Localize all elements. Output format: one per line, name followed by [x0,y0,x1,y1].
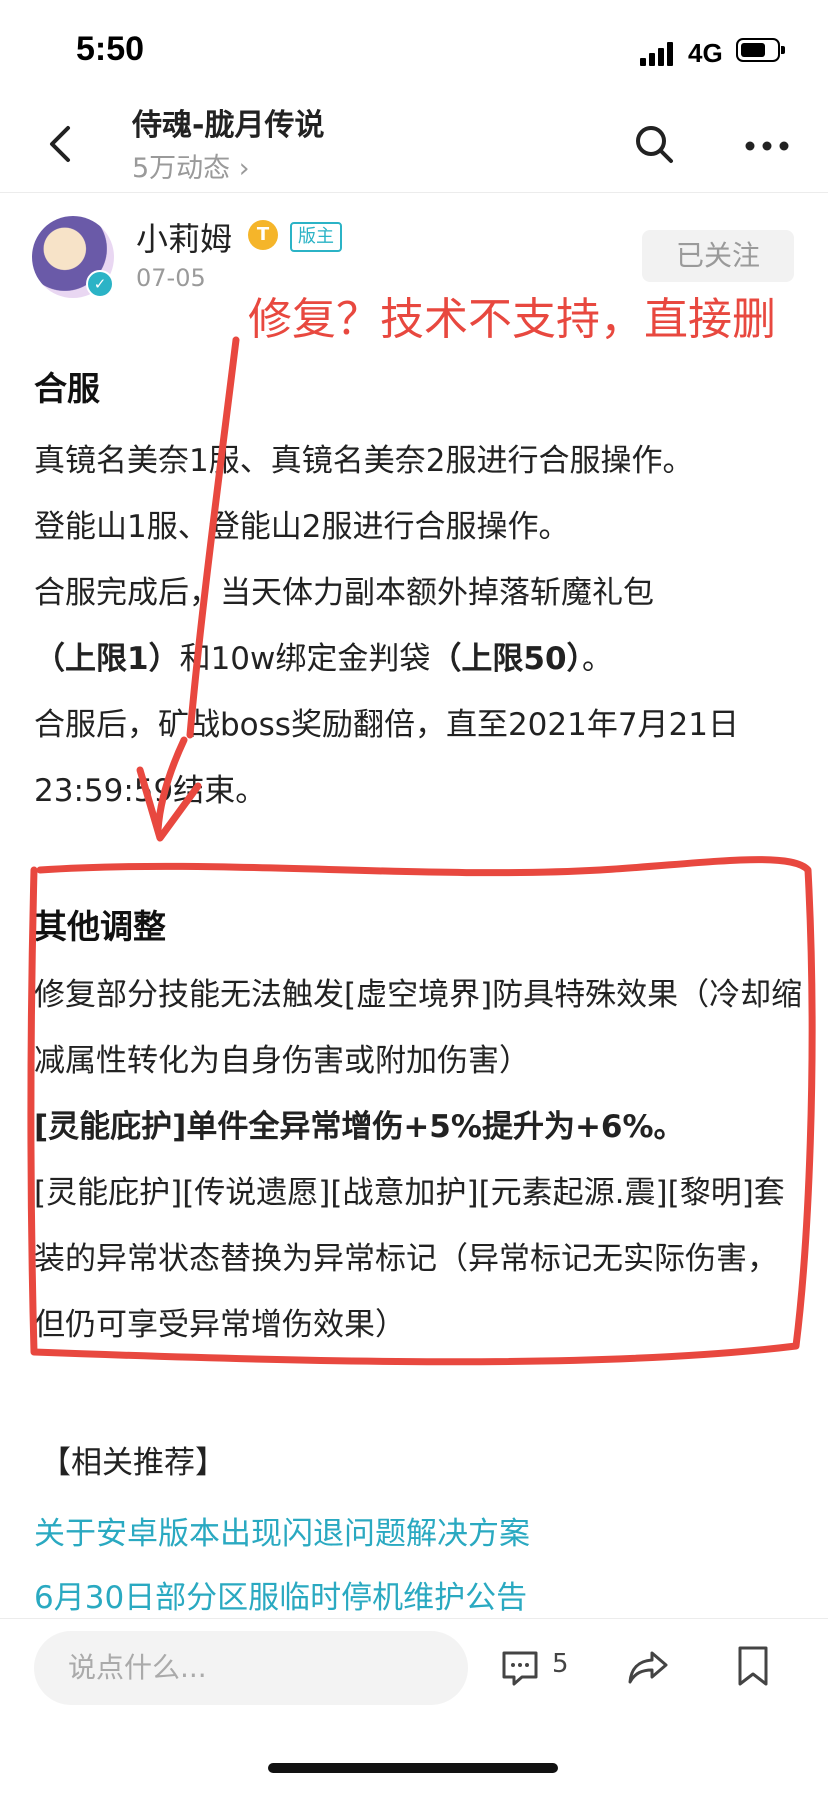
limit-text: （上限1） [34,641,180,677]
status-time: 5:50 [76,30,145,68]
comment-count[interactable]: 5 [552,1649,569,1679]
post-paragraph: [灵能庇护][传说遗愿][战意加护][元素起源.震][黎明]套装的异常状态替换为… [34,1175,785,1343]
limit-text: （上限50） [430,641,583,677]
share-icon[interactable] [626,1647,670,1687]
more-icon[interactable] [742,126,792,166]
author-name[interactable]: 小莉姆 [136,214,232,260]
level-badge: T [248,220,278,250]
home-indicator [268,1763,558,1773]
forum-title[interactable]: 侍魂-胧月传说 [132,100,324,144]
post-paragraph: 真镜名美奈1服、真镜名美奈2服进行合服操作。 [34,443,694,479]
follow-button[interactable]: 已关注 [642,230,794,282]
reward-text: 和10w绑定金判袋 [179,641,431,677]
battery-icon [736,38,785,62]
annotation-text: 修复？技术不支持，直接删 [248,294,776,345]
comment-input[interactable]: 说点什么... [34,1631,468,1705]
section-title-merge: 合服 [34,369,100,408]
forum-activity-count[interactable]: 5万动态 › [132,146,250,185]
signal-icon [640,42,680,66]
search-icon[interactable] [632,122,676,166]
network-label: 4G [688,38,723,68]
bookmark-icon[interactable] [736,1645,770,1687]
status-bar: 5:50 4G [0,0,828,100]
post-paragraph: 合服完成后，当天体力副本额外掉落斩魔礼包 [34,575,654,611]
post-paragraph: 修复部分技能无法触发[虚空境界]防具特殊效果（冷却缩减属性转化为自身伤害或附加伤… [34,977,803,1079]
post-paragraph: 登能山1服、登能山2服进行合服操作。 [34,509,570,545]
post-date: 07-05 [136,264,206,292]
related-link[interactable]: 6月30日部分区服临时停机维护公告 [34,1572,527,1617]
post-paragraph-bold: [灵能庇护]单件全异常增伤+5%提升为+6%。 [34,1109,685,1145]
bottom-bar: 说点什么... 5 [0,1618,828,1793]
related-title: 【相关推荐】 [40,1445,226,1481]
section-title-adjust: 其他调整 [34,907,166,946]
verified-icon: ✓ [86,270,114,298]
punctuation: 。 [582,641,614,677]
post-paragraph: 合服后，矿战boss奖励翻倍，直至2021年7月21日23:59:59结束。 [34,707,740,809]
post-paragraph: （上限1）和10w绑定金判袋（上限50）。 [34,626,804,692]
moderator-badge: 版主 [290,222,342,252]
forum-header: 侍魂-胧月传说 5万动态 › [0,100,828,193]
back-icon[interactable] [38,120,86,168]
comment-icon[interactable] [500,1649,540,1687]
related-link[interactable]: 关于安卓版本出现闪退问题解决方案 [34,1508,530,1553]
post-author: ✓ 小莉姆 T 版主 07-05 已关注 [0,210,828,300]
